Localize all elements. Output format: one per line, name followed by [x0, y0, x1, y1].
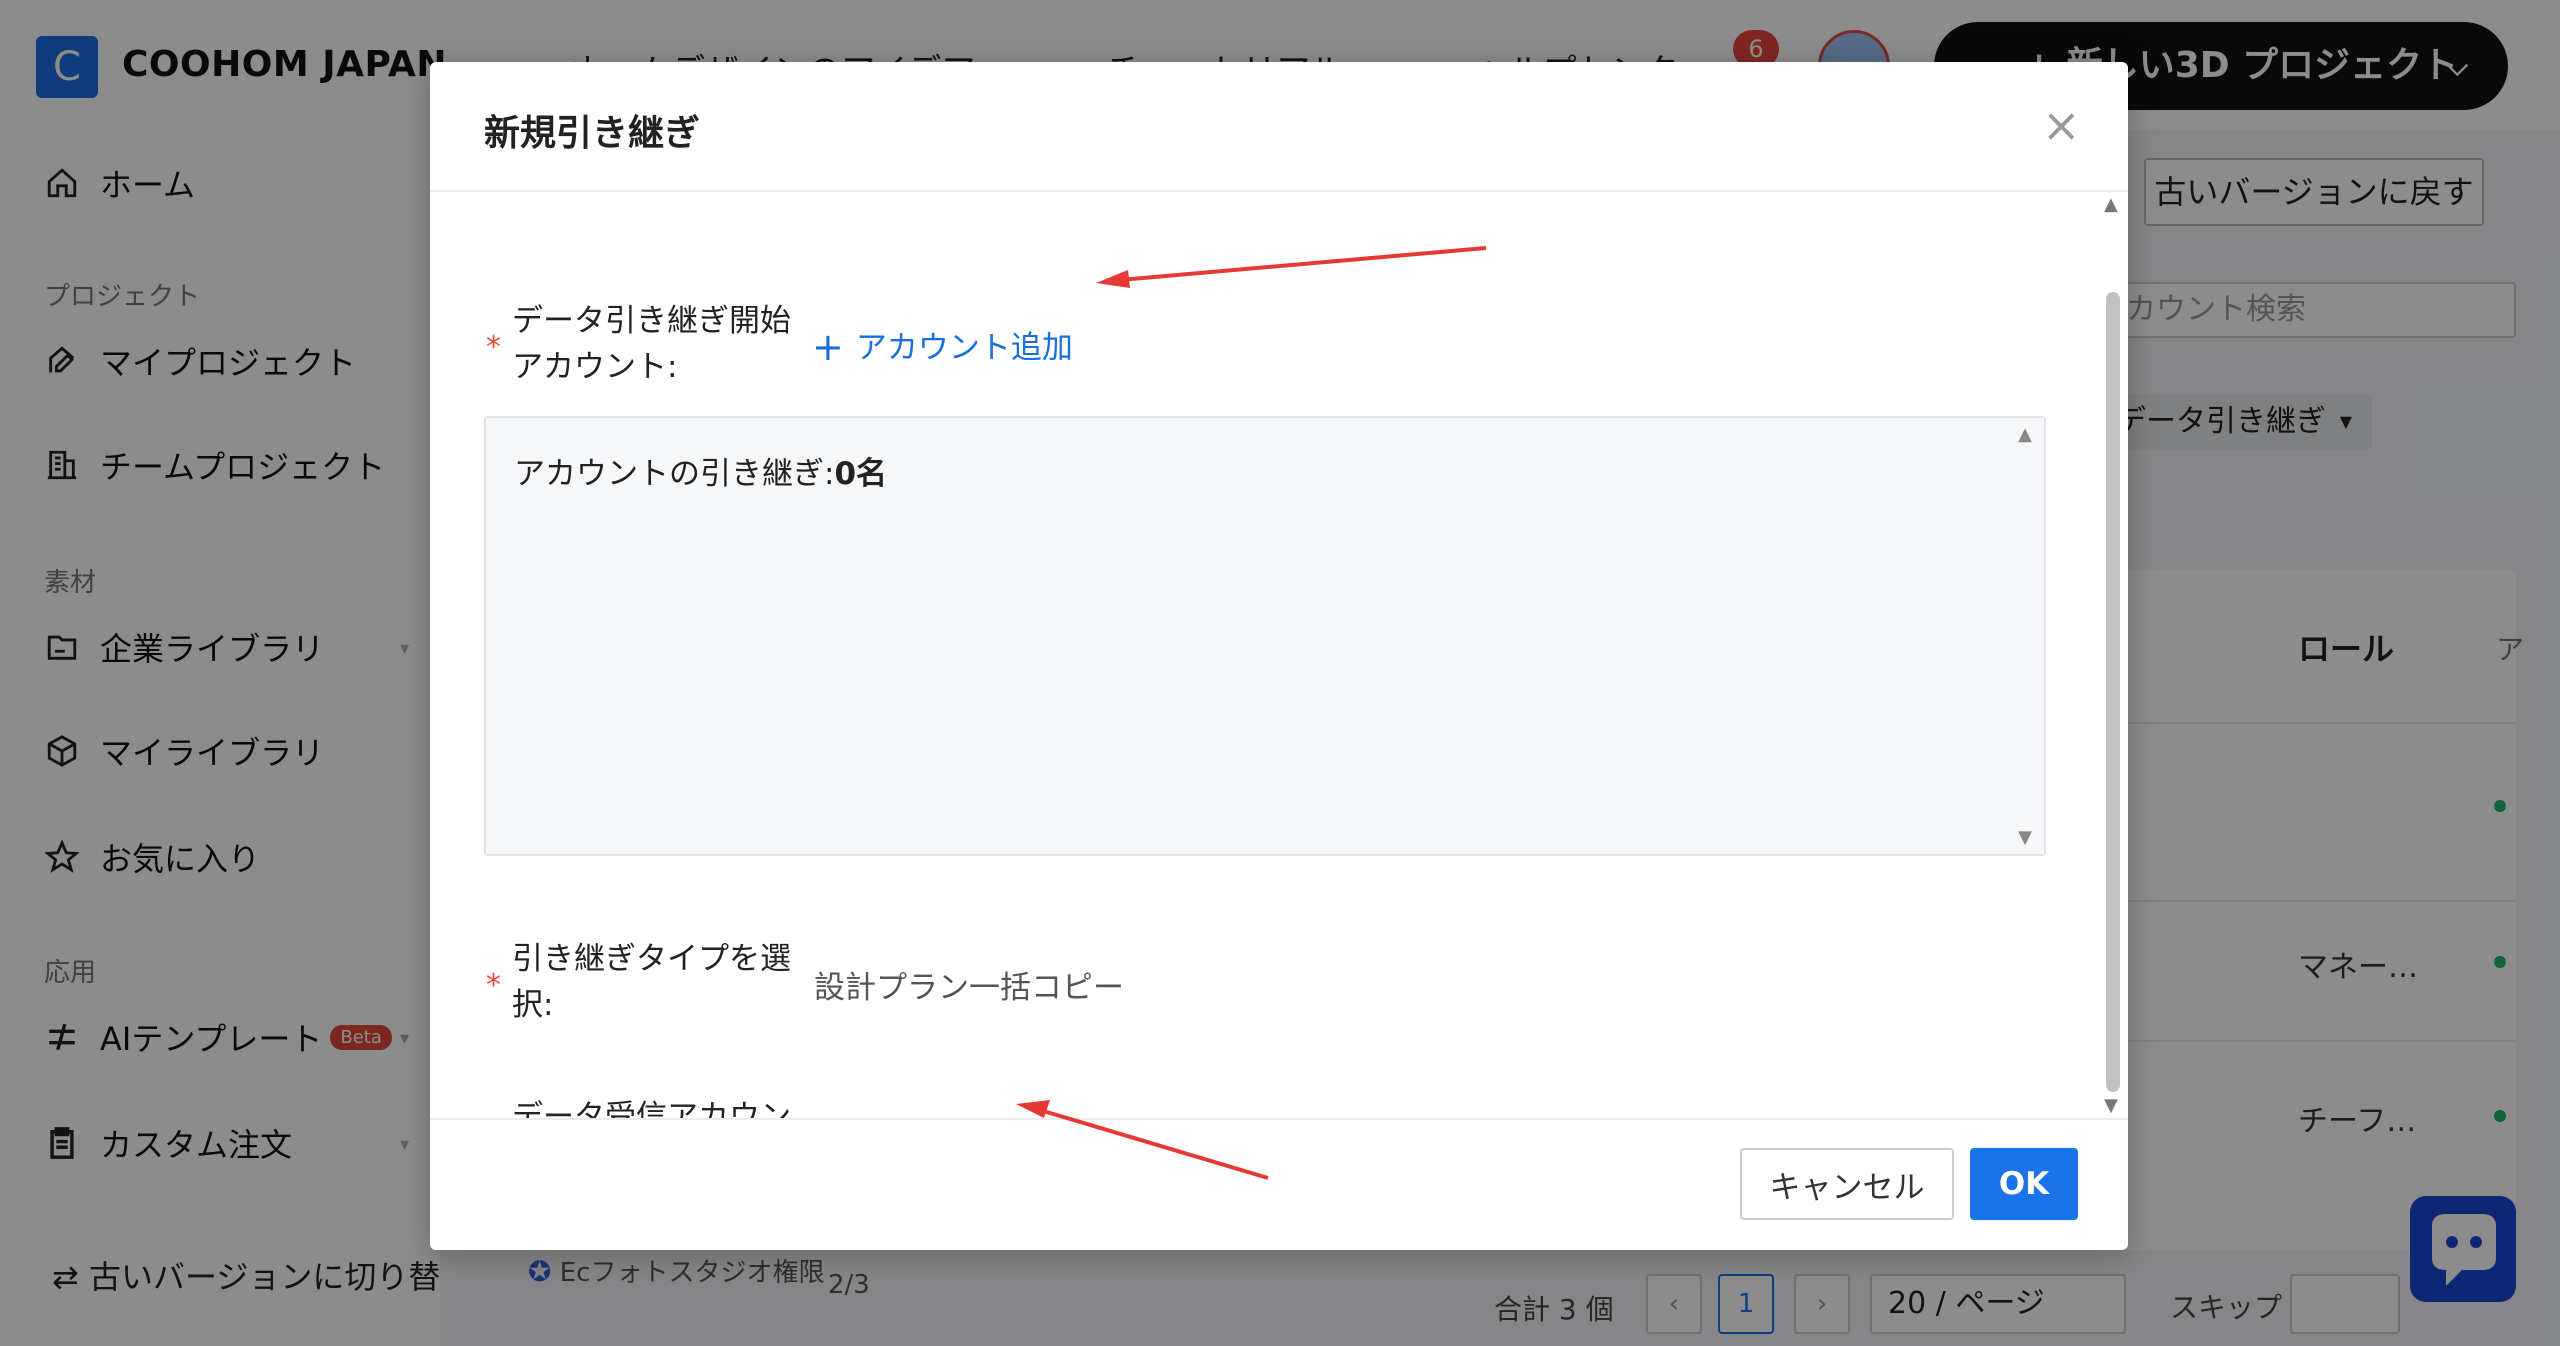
plus-icon: + [812, 325, 844, 369]
source-account-label-line2: アカウント: [512, 349, 678, 385]
dialog-body[interactable]: * データ引き継ぎ開始 アカウント: + アカウント追加 アカウントの引き継ぎ:0… [430, 192, 2128, 1118]
source-account-label-line1: データ引き継ぎ開始 [512, 303, 791, 339]
scroll-up-icon[interactable]: ▲ [2104, 194, 2118, 215]
dialog-scrollbar[interactable]: ▲ ▼ [2102, 192, 2124, 1118]
transfer-type-label-line1: 引き継ぎタイプを選 [512, 941, 791, 977]
new-transfer-dialog: 新規引き継ぎ × * データ引き継ぎ開始 アカウント: + アカウント追加 アカウ… [430, 62, 2128, 1250]
scroll-down-icon[interactable]: ▼ [2104, 1095, 2118, 1116]
close-icon[interactable]: × [2042, 102, 2081, 148]
receiver-account-label-line1: データ受信アカウン [512, 1099, 791, 1118]
receiver-account-label: データ受信アカウン ト: [512, 1094, 791, 1118]
transfer-type-label-line2: 択: [512, 987, 554, 1023]
source-account-label: データ引き継ぎ開始 アカウント: [512, 298, 791, 390]
transfer-type-value[interactable]: 設計プラン一括コピー [814, 962, 1124, 1007]
scroll-down-icon[interactable]: ▼ [2018, 827, 2032, 848]
ok-button[interactable]: OK [1970, 1148, 2078, 1220]
scrollbar-thumb[interactable] [2106, 292, 2120, 1092]
required-mark: * [486, 330, 501, 365]
required-mark: * [486, 968, 501, 1003]
add-source-account-button[interactable]: + アカウント追加 [812, 322, 1073, 369]
transfer-count-value: 0名 [834, 456, 888, 492]
transfer-account-list[interactable]: アカウントの引き継ぎ:0名 ▲ ▼ [484, 416, 2046, 856]
scroll-up-icon[interactable]: ▲ [2018, 424, 2032, 445]
add-account-label: アカウント追加 [855, 330, 1073, 366]
transfer-count: アカウントの引き継ぎ:0名 [514, 448, 887, 493]
transfer-type-label: 引き継ぎタイプを選 択: [512, 936, 791, 1028]
dialog-title: 新規引き継ぎ [484, 113, 701, 154]
footer-divider [430, 1118, 2128, 1120]
cancel-button[interactable]: キャンセル [1740, 1148, 1954, 1220]
transfer-count-label: アカウントの引き継ぎ: [514, 456, 835, 492]
